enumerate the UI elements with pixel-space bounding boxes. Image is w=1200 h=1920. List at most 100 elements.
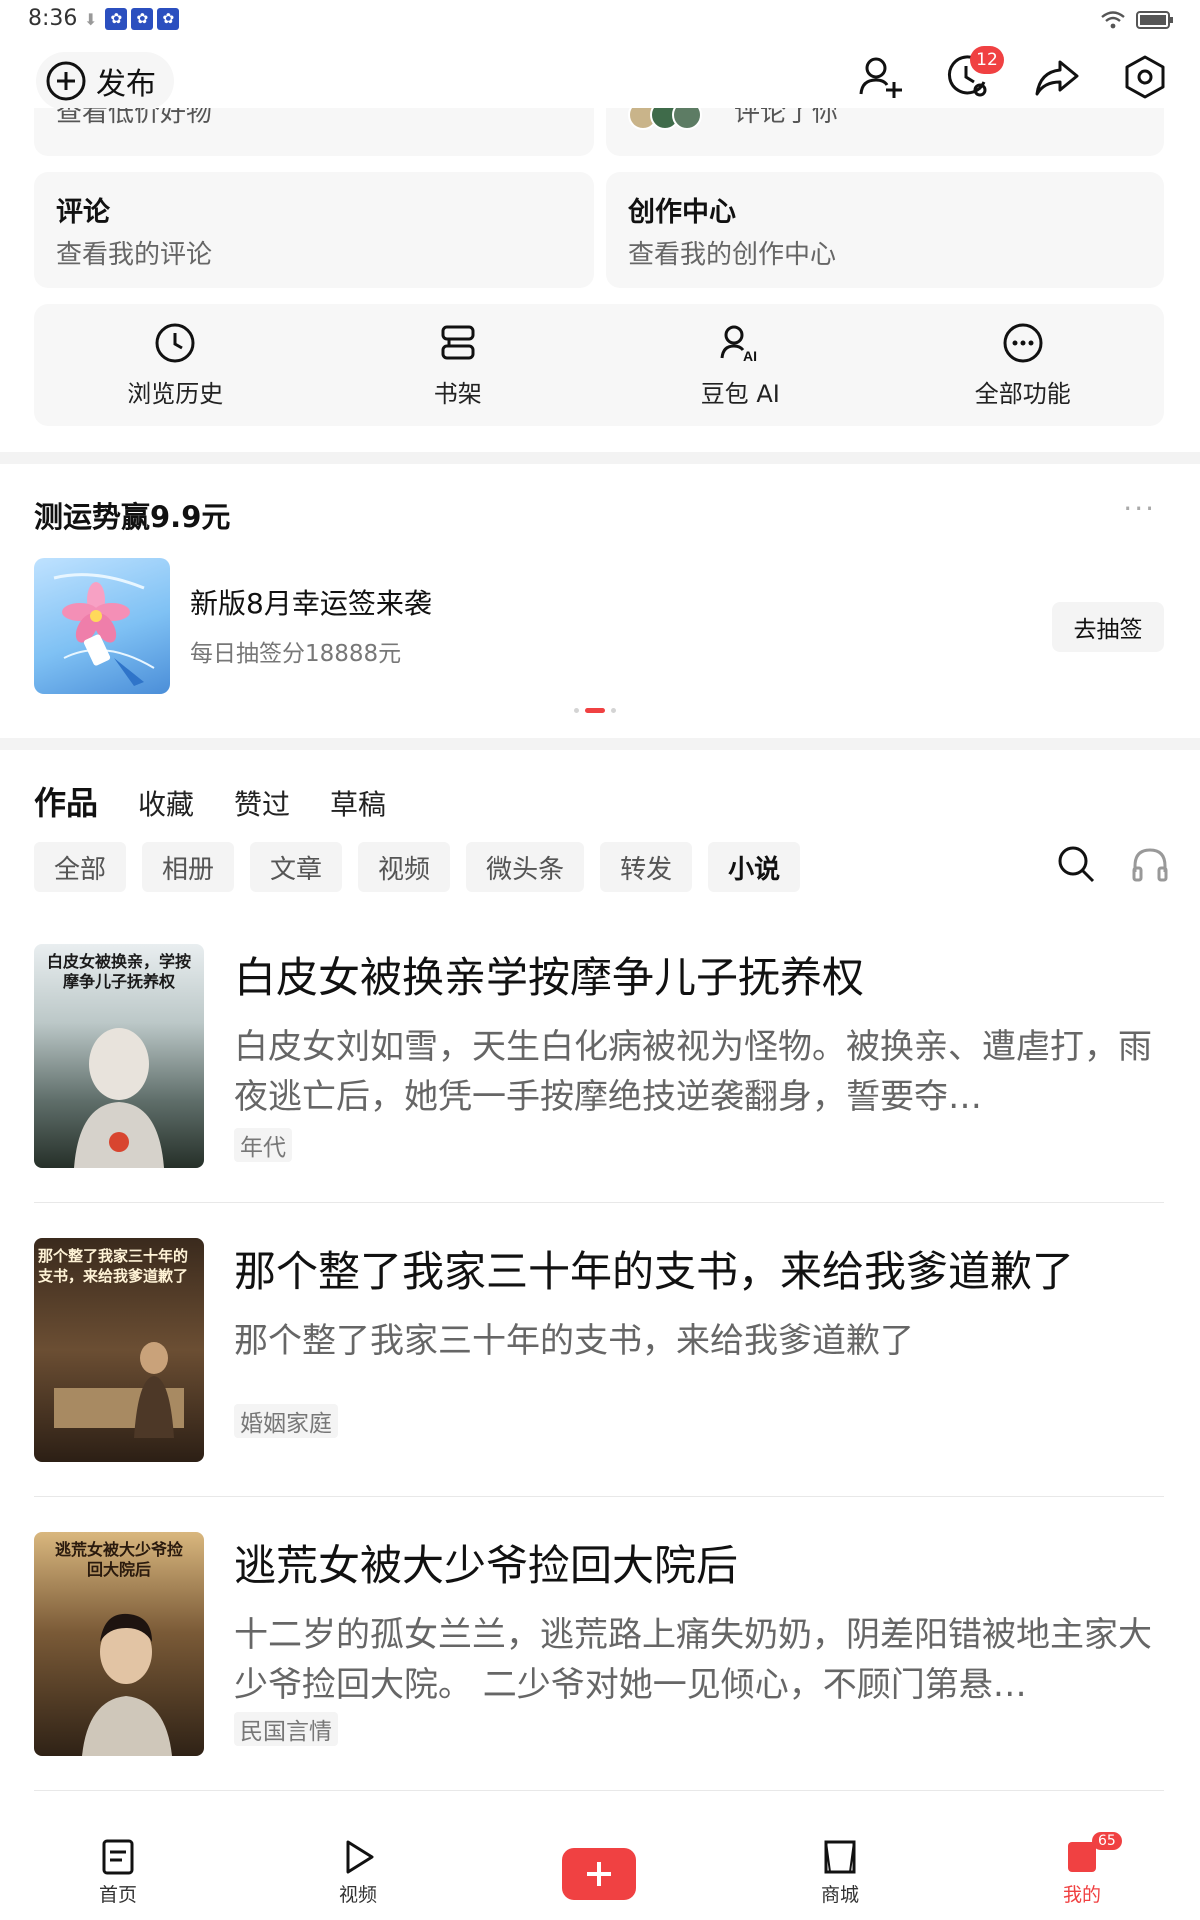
status-notification-icons: ⬇ ✿ ✿ ✿ <box>84 8 180 30</box>
wifi-icon <box>1101 11 1125 29</box>
fortune-subtitle: 每日抽签分18888元 <box>190 641 402 667</box>
bottom-navigation: 首页 视频 商城 我的 65 <box>0 1830 1200 1920</box>
filter-article[interactable]: 文章 <box>250 842 343 892</box>
content-tabs: 作品 收藏 赞过 草稿 <box>34 778 386 824</box>
quick-actions: 浏览历史 书架 AI 豆包 AI 全部功能 <box>34 304 1164 426</box>
bookshelf-icon <box>441 325 475 359</box>
creator-center-card[interactable]: 创作中心 查看我的创作中心 <box>606 172 1164 288</box>
novel-cover: 那个整了我家三十年的支书，来给我爹道歉了 <box>34 1238 204 1462</box>
nav-mall-label: 商城 <box>820 1884 859 1906</box>
add-friend-button[interactable] <box>856 52 906 102</box>
filter-repost[interactable]: 转发 <box>600 842 693 892</box>
cover-figure <box>74 1028 164 1168</box>
novel-tag: 年代 <box>234 1128 292 1162</box>
draw-lot-button[interactable]: 去抽签 <box>1052 602 1164 652</box>
add-user-icon <box>859 57 902 98</box>
comment-notice-text: 评论了你 <box>734 108 839 128</box>
tab-works[interactable]: 作品 <box>34 778 98 824</box>
settings-button[interactable] <box>1120 52 1170 102</box>
section-separator <box>0 738 1200 750</box>
carousel-dot <box>574 708 579 713</box>
quick-item-label: 书架 <box>433 379 482 408</box>
novel-title: 白皮女被换亲学按摩争儿子抚养权 <box>234 953 865 1002</box>
filter-video[interactable]: 视频 <box>358 842 451 892</box>
cover-figure <box>82 1613 172 1756</box>
status-bar: 8:36 ⬇ ✿ ✿ ✿ <box>0 0 1200 40</box>
nav-video-label: 视频 <box>338 1884 377 1906</box>
novel-cover: 逃荒女被大少爷捡回大院后 <box>34 1532 204 1756</box>
clock-icon <box>155 323 195 362</box>
battery-icon <box>1136 11 1173 29</box>
app-notification-icon: ✿ <box>131 8 154 30</box>
nav-home-label: 首页 <box>98 1884 137 1906</box>
creator-center-subtitle: 查看我的创作中心 <box>628 240 837 270</box>
novel-title: 逃荒女被大少爷捡回大院后 <box>234 1541 739 1590</box>
status-time: 8:36 <box>28 6 78 31</box>
fortune-more-button[interactable]: ··· <box>1123 492 1156 525</box>
status-right-icons <box>1100 10 1174 30</box>
novel-title: 那个整了我家三十年的支书，来给我爹道歉了 <box>234 1247 1075 1296</box>
quick-item-bookshelf[interactable]: 书架 <box>317 304 600 426</box>
nav-home[interactable]: 首页 <box>58 1838 178 1907</box>
carousel-dot <box>611 708 616 713</box>
list-item[interactable]: 逃荒女被大少爷捡回大院后 逃荒女被大少爷捡回大院后 十二岁的孤女兰兰，逃荒路上痛… <box>34 1532 1164 1756</box>
create-post-button[interactable] <box>562 1848 636 1900</box>
share-button[interactable] <box>1032 52 1082 102</box>
fortune-thumbnail[interactable] <box>34 558 170 694</box>
fortune-name: 新版8月幸运签来袭 <box>190 587 432 620</box>
low-price-card[interactable]: 查看低价好物 <box>34 108 594 156</box>
tab-drafts[interactable]: 草稿 <box>330 783 386 823</box>
filter-all[interactable]: 全部 <box>34 842 127 892</box>
section-separator <box>0 452 1200 464</box>
list-item[interactable]: 白皮女被换亲，学按摩争儿子抚养权 白皮女被换亲学按摩争儿子抚养权 白皮女刘如雪，… <box>34 944 1164 1168</box>
novel-tag: 婚姻家庭 <box>234 1404 338 1438</box>
novel-description: 十二岁的孤女兰兰，逃荒路上痛失奶奶，阴差阳错被地主家大少爷捡回大院。 二少爷对她… <box>234 1615 1152 1705</box>
quick-item-doubao-ai[interactable]: AI 豆包 AI <box>599 304 882 426</box>
header-actions: 12 <box>856 46 1170 102</box>
app-notification-icon: ✿ <box>157 8 180 30</box>
app-notification-icon: ✿ <box>105 8 128 30</box>
list-divider <box>34 1202 1164 1203</box>
publish-button[interactable]: 发布 <box>36 52 174 110</box>
visitors-button[interactable]: 12 <box>944 46 1004 102</box>
creator-center-title: 创作中心 <box>628 197 736 228</box>
filter-actions <box>1056 844 1170 884</box>
nav-video[interactable]: 视频 <box>298 1838 418 1907</box>
search-icon[interactable] <box>1056 844 1096 884</box>
fortune-section-title: 测运势赢9.9元 <box>34 500 231 534</box>
share-icon <box>1035 60 1079 96</box>
nav-mall[interactable]: 商城 <box>780 1838 900 1907</box>
doubao-ai-icon: AI <box>720 325 757 364</box>
comment-notice-card[interactable]: 评论了你 <box>606 108 1164 156</box>
carousel-dot-active <box>585 708 605 713</box>
list-item[interactable]: 那个整了我家三十年的支书，来给我爹道歉了 那个整了我家三十年的支书，来给我爹道歉… <box>34 1238 1164 1462</box>
comments-card-title: 评论 <box>56 197 110 228</box>
list-divider <box>34 1496 1164 1497</box>
mine-badge: 65 <box>1092 1832 1122 1850</box>
filter-novel[interactable]: 小说 <box>708 842 801 892</box>
quick-item-history[interactable]: 浏览历史 <box>34 304 317 426</box>
download-icon: ⬇ <box>84 9 98 29</box>
comments-card[interactable]: 评论 查看我的评论 <box>34 172 594 288</box>
novel-tag: 民国言情 <box>234 1712 338 1746</box>
quick-item-all-features[interactable]: 全部功能 <box>882 304 1165 426</box>
settings-hex-icon <box>1125 55 1165 99</box>
home-doc-icon <box>102 1839 134 1875</box>
play-icon <box>346 1840 374 1874</box>
plus-icon <box>587 1862 611 1886</box>
more-circle-icon <box>1003 323 1043 362</box>
avatar <box>672 108 702 130</box>
tab-liked[interactable]: 赞过 <box>234 783 290 823</box>
headphones-icon[interactable] <box>1130 844 1170 884</box>
novel-description: 那个整了我家三十年的支书，来给我爹道歉了 <box>234 1321 914 1361</box>
nav-mine-label: 我的 <box>1062 1884 1101 1906</box>
filter-micro-post[interactable]: 微头条 <box>466 842 585 892</box>
quick-item-label: 豆包 AI <box>700 379 780 408</box>
list-divider <box>34 1790 1164 1791</box>
tab-favorites[interactable]: 收藏 <box>138 783 194 823</box>
cover-figure <box>54 1342 184 1438</box>
comments-card-subtitle: 查看我的评论 <box>56 240 213 270</box>
quick-item-label: 全部功能 <box>974 379 1071 408</box>
nav-mine[interactable]: 我的 65 <box>1022 1832 1142 1907</box>
filter-album[interactable]: 相册 <box>142 842 235 892</box>
